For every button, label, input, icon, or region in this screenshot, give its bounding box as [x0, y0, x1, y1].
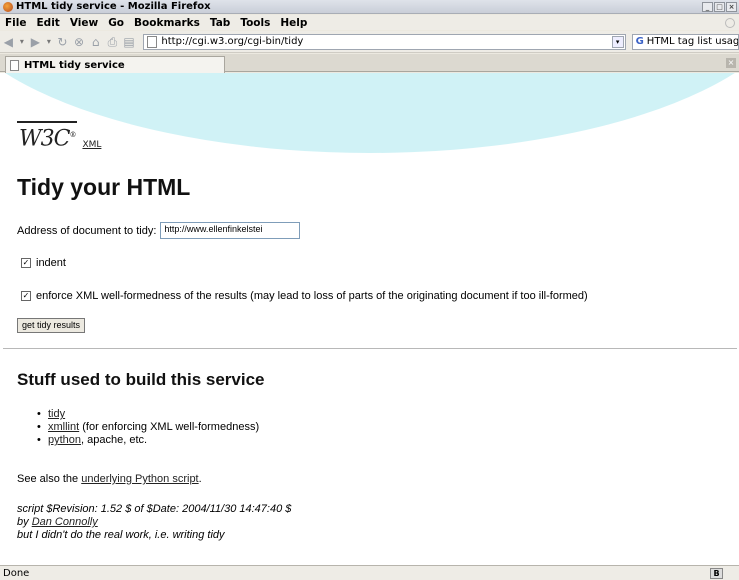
throbber-icon	[725, 17, 735, 28]
enforce-label: enforce XML well-formedness of the resul…	[36, 290, 588, 302]
tab-page-icon	[10, 59, 19, 71]
xmllint-link[interactable]: xmllint	[48, 421, 79, 433]
xml-link[interactable]: XML	[82, 140, 101, 150]
divider	[3, 348, 737, 349]
menu-view[interactable]: View	[65, 17, 103, 29]
close-tab-icon[interactable]: ×	[726, 58, 736, 68]
search-text: HTML tag list usage	[646, 36, 739, 47]
see-also: See also the underlying Python script.	[17, 473, 202, 485]
indent-row: ✓ indent	[21, 257, 66, 269]
credit-line: but I didn't do the real work, i.e. writ…	[17, 529, 225, 541]
address-row: Address of document to tidy: http://www.…	[17, 222, 301, 239]
decorative-highlight	[0, 73, 739, 153]
list-item: tidy	[34, 408, 259, 421]
forward-icon[interactable]: ▶	[29, 34, 42, 50]
address-label: Address of document to tidy:	[17, 224, 157, 237]
python-script-link[interactable]: underlying Python script	[81, 473, 198, 485]
search-box[interactable]: G HTML tag list usage	[631, 33, 739, 50]
python-link[interactable]: python	[48, 434, 81, 446]
enforce-row: ✓ enforce XML well-formedness of the res…	[21, 290, 588, 302]
menu-tools[interactable]: Tools	[235, 17, 275, 29]
menu-tab[interactable]: Tab	[205, 17, 235, 29]
forward-dropdown-icon[interactable]: ▾	[46, 34, 52, 50]
tab-html-tidy[interactable]: HTML tidy service	[5, 56, 225, 73]
tab-strip: HTML tidy service ×	[0, 54, 739, 73]
menu-edit[interactable]: Edit	[32, 17, 65, 29]
navigation-toolbar: ◀ ▾ ▶ ▾ ↻ ⊗ ⌂ ⎙ ▤ http://cgi.w3.org/cgi-…	[0, 31, 739, 53]
print-icon[interactable]: ⎙	[106, 34, 119, 50]
page-icon	[147, 35, 158, 48]
close-icon[interactable]: ×	[726, 1, 737, 12]
revision-line: script $Revision: 1.52 $ of $Date: 2004/…	[17, 503, 292, 515]
home-icon[interactable]: ⌂	[89, 34, 102, 50]
search-engine-icon[interactable]: G	[636, 36, 644, 47]
window-controls: _ □ ×	[702, 1, 737, 12]
reload-icon[interactable]: ↻	[56, 34, 69, 50]
page-title: Tidy your HTML	[17, 174, 191, 200]
author-line: by Dan Connolly	[17, 516, 98, 528]
w3c-logo[interactable]: W3C®	[17, 121, 78, 151]
indent-label: indent	[36, 257, 66, 269]
menu-help[interactable]: Help	[275, 17, 312, 29]
page-content: W3C® XML Tidy your HTML Address of docum…	[0, 73, 739, 565]
author-link[interactable]: Dan Connolly	[32, 516, 98, 528]
menu-file[interactable]: File	[0, 17, 32, 29]
logo-area: W3C® XML	[17, 121, 101, 151]
stop-icon[interactable]: ⊗	[73, 34, 86, 50]
section-heading: Stuff used to build this service	[17, 370, 265, 389]
tidy-link[interactable]: tidy	[48, 408, 65, 420]
title-bar: HTML tidy service - Mozilla Firefox _ □ …	[0, 0, 739, 14]
minimize-icon[interactable]: _	[702, 1, 713, 12]
tools-list: tidy xmllint (for enforcing XML well-for…	[34, 408, 259, 447]
menu-bar: File Edit View Go Bookmarks Tab Tools He…	[0, 15, 739, 30]
address-input[interactable]: http://www.ellenfinkelstei	[160, 222, 301, 239]
window-title: HTML tidy service - Mozilla Firefox	[16, 1, 211, 12]
status-bar: Done B	[0, 565, 739, 580]
indent-checkbox[interactable]: ✓	[21, 258, 31, 268]
signature: script $Revision: 1.52 $ of $Date: 2004/…	[17, 503, 291, 542]
list-item: xmllint (for enforcing XML well-formedne…	[34, 421, 259, 434]
url-bar[interactable]: http://cgi.w3.org/cgi-bin/tidy ▾	[143, 33, 626, 50]
status-text: Done	[3, 567, 30, 579]
url-dropdown-icon[interactable]: ▾	[611, 35, 624, 48]
status-icon[interactable]: B	[710, 567, 723, 579]
get-tidy-results-button[interactable]: get tidy results	[17, 318, 86, 333]
menu-go[interactable]: Go	[103, 17, 129, 29]
firefox-icon	[3, 1, 13, 12]
back-dropdown-icon[interactable]: ▾	[19, 34, 25, 50]
print-preview-icon[interactable]: ▤	[123, 34, 136, 50]
menu-bookmarks[interactable]: Bookmarks	[129, 17, 205, 29]
maximize-icon[interactable]: □	[714, 1, 725, 12]
tab-label: HTML tidy service	[24, 59, 125, 71]
url-text: http://cgi.w3.org/cgi-bin/tidy	[161, 36, 304, 47]
enforce-xml-checkbox[interactable]: ✓	[21, 291, 31, 301]
back-icon[interactable]: ◀	[2, 34, 15, 50]
list-item: python, apache, etc.	[34, 434, 259, 447]
